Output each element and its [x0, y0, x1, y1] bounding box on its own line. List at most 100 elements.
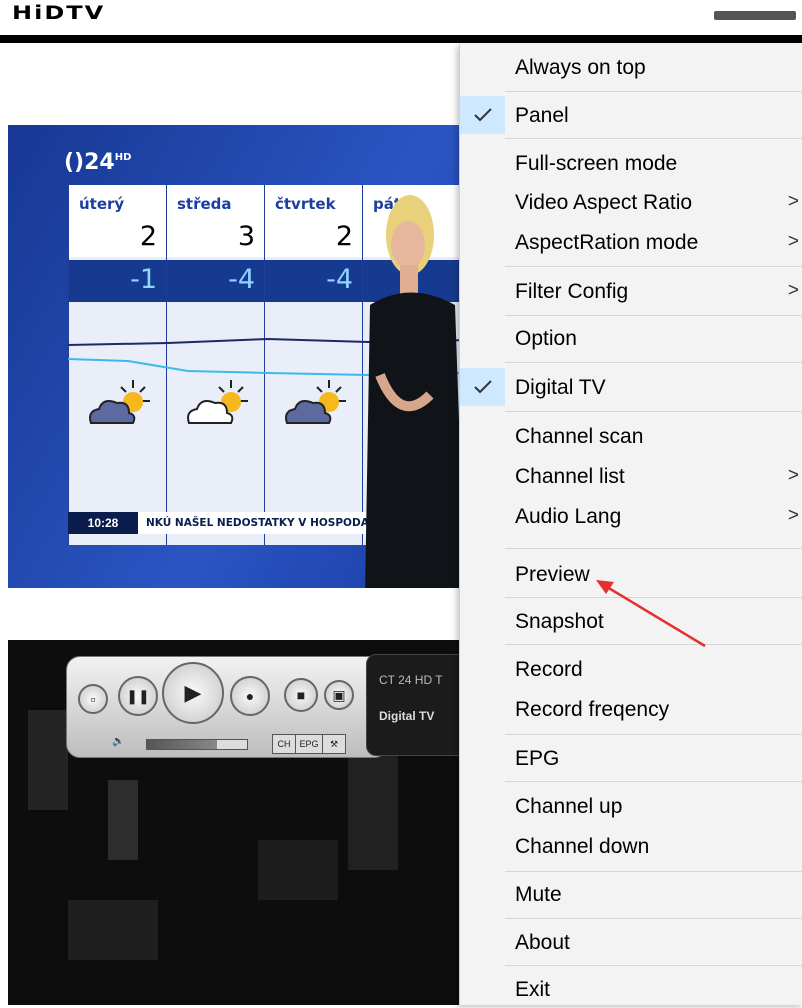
menu-item-label: Always on top — [515, 56, 646, 79]
menu-separator — [505, 644, 802, 645]
lcd-display: CT 24 HD T Digital TV — [366, 654, 468, 756]
stop-button[interactable]: ■ — [284, 678, 318, 712]
tab-tools[interactable]: ⚒ — [322, 734, 346, 754]
menu-separator — [505, 266, 802, 267]
player-control-panel: ▫ ❚❚ ▶ ● ■ ▣ 🔈 CH EPG ⚒ CT 24 HD T Digit… — [66, 646, 468, 762]
checked-indicator — [460, 96, 505, 134]
menu-item-label: Channel down — [515, 835, 650, 858]
presenter-figure — [365, 195, 464, 588]
ticker-time: 10:28 — [68, 512, 138, 534]
menu-item-record-frequency[interactable]: Record freqency — [460, 690, 802, 728]
menu-item-exit[interactable]: Exit — [460, 970, 802, 1008]
menu-item-channel-scan[interactable]: Channel scan — [460, 417, 802, 455]
submenu-arrow-icon: > — [787, 191, 799, 212]
weather-day: čtvrtek — [265, 185, 363, 217]
menu-item-label: Record freqency — [515, 698, 670, 721]
lcd-source: Digital TV — [379, 709, 435, 723]
menu-item-label: Mute — [515, 883, 562, 906]
checked-indicator — [460, 368, 505, 406]
pause-icon: ❚❚ — [126, 687, 150, 704]
weather-day: středa — [167, 185, 265, 217]
play-icon: ▶ — [184, 680, 202, 705]
menu-item-epg[interactable]: EPG — [460, 739, 802, 777]
menu-separator — [505, 91, 802, 92]
weather-low: -1 — [69, 260, 167, 302]
submenu-arrow-icon: > — [787, 505, 799, 526]
menu-item-label: Panel — [515, 104, 569, 127]
submenu-arrow-icon: > — [787, 280, 799, 301]
menu-item-video-aspect-ratio[interactable]: Video Aspect Ratio > — [460, 183, 802, 221]
menu-item-panel[interactable]: Panel — [460, 96, 802, 134]
menu-item-filter-config[interactable]: Filter Config > — [460, 272, 802, 310]
menu-item-label: Preview — [515, 563, 590, 586]
menu-item-channel-list[interactable]: Channel list > — [460, 457, 802, 495]
weather-day: úterý — [69, 185, 167, 217]
menu-item-channel-up[interactable]: Channel up — [460, 787, 802, 825]
play-button[interactable]: ▶ — [162, 662, 224, 724]
menu-separator — [505, 918, 802, 919]
menu-item-audio-lang[interactable]: Audio Lang > — [460, 497, 802, 535]
weather-low: -4 — [265, 260, 363, 302]
menu-item-label: Audio Lang — [515, 505, 622, 528]
title-divider — [0, 35, 802, 43]
context-menu: Always on top Panel Full-screen mode Vid… — [459, 44, 802, 1005]
menu-item-record[interactable]: Record — [460, 650, 802, 688]
record-button[interactable]: ● — [230, 676, 270, 716]
menu-separator — [505, 734, 802, 735]
menu-item-label: About — [515, 931, 570, 954]
pause-button[interactable]: ❚❚ — [118, 676, 158, 716]
fullscreen-button[interactable]: ▣ — [324, 680, 354, 710]
menu-item-label: EPG — [515, 747, 560, 770]
channel-logo: ()24HD — [64, 150, 132, 175]
menu-item-label: Channel scan — [515, 425, 644, 448]
menu-separator — [505, 781, 802, 782]
menu-item-label: Option — [515, 327, 577, 350]
weather-high: 3 — [167, 217, 265, 257]
menu-item-full-screen[interactable]: Full-screen mode — [460, 144, 802, 182]
menu-separator — [505, 548, 802, 549]
menu-item-digital-tv[interactable]: Digital TV — [460, 368, 802, 406]
menu-item-option[interactable]: Option — [460, 319, 802, 357]
submenu-arrow-icon: > — [787, 231, 799, 252]
menu-item-label: Channel up — [515, 795, 623, 818]
menu-item-label: Snapshot — [515, 610, 604, 633]
menu-icon: ▫ — [90, 691, 96, 707]
speaker-icon[interactable]: 🔈 — [112, 736, 124, 747]
submenu-arrow-icon: > — [787, 465, 799, 486]
menu-item-label: Digital TV — [515, 376, 606, 399]
menu-button[interactable]: ▫ — [78, 684, 108, 714]
checkmark-icon — [474, 108, 492, 122]
tab-channels[interactable]: CH — [272, 734, 296, 754]
menu-separator — [505, 965, 802, 966]
menu-item-preview[interactable]: Preview — [460, 555, 802, 593]
weather-high: 2 — [265, 217, 363, 257]
menu-separator — [505, 138, 802, 139]
lcd-channel-name: CT 24 HD T — [379, 673, 443, 687]
menu-item-label: Record — [515, 658, 583, 681]
menu-separator — [505, 315, 802, 316]
title-bar: HiDTV — [0, 0, 802, 44]
weather-high: 2 — [69, 217, 167, 257]
menu-item-label: Video Aspect Ratio — [515, 191, 693, 214]
volume-slider[interactable] — [146, 739, 248, 750]
menu-item-always-on-top[interactable]: Always on top — [460, 48, 802, 86]
menu-item-about[interactable]: About — [460, 923, 802, 961]
menu-item-snapshot[interactable]: Snapshot — [460, 602, 802, 640]
menu-separator — [505, 411, 802, 412]
menu-item-label: Filter Config — [515, 280, 629, 303]
menu-item-mute[interactable]: Mute — [460, 875, 802, 913]
weather-low: -4 — [167, 260, 265, 302]
checkmark-icon — [474, 380, 492, 394]
video-frame[interactable]: ()24HD úterý 2 -1 středa 3 -4 čtvrtek 2 … — [8, 125, 464, 588]
menu-item-channel-down[interactable]: Channel down — [460, 827, 802, 865]
menu-separator — [505, 597, 802, 598]
menu-separator — [505, 871, 802, 872]
menu-item-label: AspectRation mode — [515, 231, 699, 254]
menu-item-label: Full-screen mode — [515, 152, 678, 175]
menu-item-aspect-ration-mode[interactable]: AspectRation mode > — [460, 223, 802, 261]
tab-epg[interactable]: EPG — [295, 734, 323, 754]
window-controls[interactable] — [714, 11, 796, 20]
menu-item-label: Exit — [515, 978, 551, 1001]
menu-item-label: Channel list — [515, 465, 625, 488]
app-title: HiDTV — [12, 2, 106, 24]
